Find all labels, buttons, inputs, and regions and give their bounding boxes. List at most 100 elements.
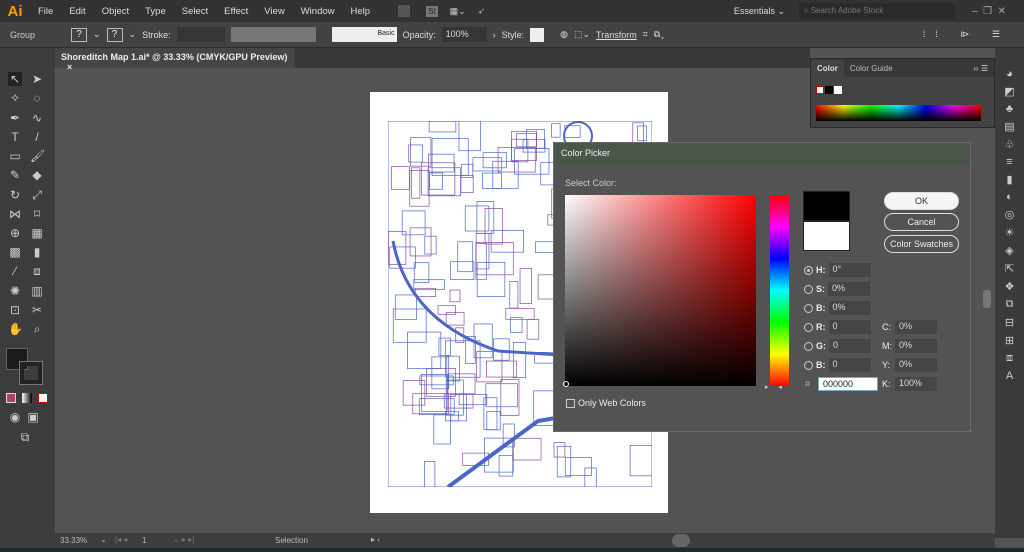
eyedropper-icon[interactable]: ⁄ xyxy=(8,264,22,278)
select-similar-icon[interactable]: ⧉⌄ xyxy=(654,29,665,40)
direct-selection-tool-icon[interactable]: ➤ xyxy=(30,72,44,86)
hex-input[interactable]: 000000 xyxy=(818,377,878,391)
close-tab-icon[interactable]: × xyxy=(67,62,72,72)
paintbrush-icon[interactable]: 🖌 xyxy=(30,149,45,163)
none-mode-icon[interactable] xyxy=(38,393,48,403)
artboard-number[interactable]: 1 xyxy=(142,536,146,545)
stock-icon[interactable]: St xyxy=(426,5,438,17)
type-tool-icon[interactable]: T xyxy=(8,130,22,144)
hue-slider[interactable] xyxy=(770,195,789,386)
only-web-colors-checkbox[interactable] xyxy=(566,398,575,408)
pathfinder-icon[interactable]: ⧈ xyxy=(1006,352,1013,365)
menu-type[interactable]: Type xyxy=(137,6,174,17)
edit-toolbar-icon[interactable]: ⧉ xyxy=(18,430,32,444)
menu-window[interactable]: Window xyxy=(293,6,343,17)
panel-menu-icon[interactable]: ›› ☰ xyxy=(973,64,988,73)
recolor-icon[interactable]: ◍ xyxy=(560,29,568,40)
white-swatch[interactable] xyxy=(834,86,842,94)
artboard-tool-icon[interactable]: ⊡ xyxy=(8,303,22,317)
isolate-icon[interactable]: ⌗ xyxy=(643,29,648,40)
symbol-sprayer-icon[interactable]: ✺ xyxy=(8,284,22,298)
black-swatch[interactable] xyxy=(825,86,833,94)
hand-tool-icon[interactable]: ✋ xyxy=(8,322,23,336)
zoom-tool-icon[interactable]: ⌕ xyxy=(30,322,44,336)
gradient-mode-icon[interactable] xyxy=(22,393,32,403)
zoom-level[interactable]: 33.33% xyxy=(60,536,87,545)
gradient-icon[interactable]: ▮ xyxy=(1006,173,1012,186)
hue-input[interactable]: 0° xyxy=(828,263,871,277)
red-input[interactable]: 0 xyxy=(828,320,871,334)
style-label[interactable]: Style: xyxy=(502,30,525,40)
first-prev-artboard[interactable]: |◂ ◂ xyxy=(115,535,127,544)
brush-definition[interactable]: Basic xyxy=(331,27,397,42)
graphic-styles-icon[interactable]: ☀ xyxy=(1005,226,1015,239)
magenta-input[interactable]: 0% xyxy=(895,339,937,353)
menu-edit[interactable]: Edit xyxy=(61,6,93,17)
window-controls[interactable]: – ❐ ✕ xyxy=(954,6,1024,17)
black-input[interactable]: 100% xyxy=(895,377,937,391)
menu-effect[interactable]: Effect xyxy=(216,6,256,17)
rotate-icon[interactable]: ↻ xyxy=(8,188,22,202)
slice-icon[interactable]: ✂ xyxy=(30,303,44,317)
saturation-radio[interactable] xyxy=(804,284,813,294)
draw-mode-icon[interactable]: ◉ xyxy=(8,410,22,424)
saturation-input[interactable]: 0% xyxy=(828,282,870,296)
transparency-icon[interactable]: ◐ xyxy=(1006,191,1013,203)
cyan-input[interactable]: 0% xyxy=(895,320,937,334)
menu-object[interactable]: Object xyxy=(94,6,137,17)
character-icon[interactable]: A xyxy=(1006,370,1013,382)
only-web-colors-label[interactable]: Only Web Colors xyxy=(578,398,646,408)
eraser-icon[interactable]: ◆ xyxy=(30,168,44,182)
document-tab[interactable]: Shoreditch Map 1.ai* @ 33.33% (CMYK/GPU … xyxy=(55,48,295,72)
transform-panel-icon[interactable]: ⊞ xyxy=(1005,334,1014,347)
graph-icon[interactable]: ▥ xyxy=(30,284,44,298)
scale-icon[interactable]: ⤢ xyxy=(30,188,44,202)
lasso-icon[interactable]: ◌ xyxy=(30,91,44,105)
bridge-icon[interactable] xyxy=(398,5,411,17)
pen-tool-icon[interactable]: ✒ xyxy=(8,111,22,125)
vertical-scrollbar-thumb[interactable] xyxy=(983,290,991,308)
stroke-swatch[interactable]: ? xyxy=(106,27,123,42)
next-last-artboard[interactable]: ⌄ ▸ ▸| xyxy=(173,535,194,544)
chevron-down-icon[interactable]: ⌄ xyxy=(129,29,137,40)
mesh-icon[interactable]: ▩ xyxy=(8,245,22,259)
layers-stack-icon[interactable]: ❖ xyxy=(1005,280,1015,293)
workspace-switcher[interactable]: Essentials ⌄ xyxy=(734,6,785,17)
fill-swatch[interactable]: ? xyxy=(71,27,87,42)
shape-builder-icon[interactable]: ⊕ xyxy=(8,226,22,240)
opacity-label[interactable]: Opacity: xyxy=(403,30,436,40)
color-guide-icon[interactable]: ◩ xyxy=(1004,85,1014,98)
zoom-dropdown[interactable]: ⌄ xyxy=(100,535,107,544)
gpu-performance-icon[interactable]: ➶ xyxy=(478,6,486,17)
stroke-label[interactable]: Stroke: xyxy=(142,30,171,40)
stroke-weight-input[interactable] xyxy=(176,27,225,42)
menu-help[interactable]: Help xyxy=(343,6,379,17)
shaper-icon[interactable]: ✎ xyxy=(8,168,22,182)
symbols-icon[interactable]: ♧ xyxy=(1005,138,1015,151)
status-menu-icon[interactable]: ▸ ‹ xyxy=(371,535,380,544)
search-stock-input[interactable]: ⌕ Search Adobe Stock xyxy=(799,3,954,19)
brushes-icon[interactable]: ▤ xyxy=(1004,120,1014,133)
transform-button[interactable]: Transform xyxy=(596,30,637,40)
color-spectrum[interactable] xyxy=(816,105,981,121)
curvature-icon[interactable]: ∿ xyxy=(30,111,44,125)
horizontal-scrollbar-thumb[interactable] xyxy=(672,534,690,547)
chevron-right-icon[interactable]: › xyxy=(493,30,496,40)
selection-tool-icon[interactable]: ↖ xyxy=(8,72,22,86)
free-transform-icon[interactable]: ⌑ xyxy=(30,207,44,221)
width-tool-icon[interactable]: ⋈ xyxy=(8,207,22,221)
panel-options-icon[interactable]: ⁞⁞ ⧐ ☰ xyxy=(923,29,1010,40)
layers-icon[interactable]: ◈ xyxy=(1005,244,1013,257)
perspective-icon[interactable]: ▦ xyxy=(30,226,44,240)
none-swatch[interactable] xyxy=(816,86,824,94)
blue-input[interactable]: 0 xyxy=(828,358,871,372)
variable-width-profile[interactable] xyxy=(230,27,316,42)
graphic-style-swatch[interactable] xyxy=(530,27,545,42)
menu-file[interactable]: File xyxy=(30,6,61,17)
swatches-icon[interactable]: ♣ xyxy=(1006,103,1013,115)
brightness-input[interactable]: 0% xyxy=(828,301,871,315)
menu-view[interactable]: View xyxy=(256,6,292,17)
stroke-icon[interactable]: ≡ xyxy=(1006,156,1012,168)
hue-slider-handle[interactable]: ▸ ◂ xyxy=(765,383,794,391)
chevron-down-icon[interactable]: ⌄ xyxy=(93,29,101,40)
